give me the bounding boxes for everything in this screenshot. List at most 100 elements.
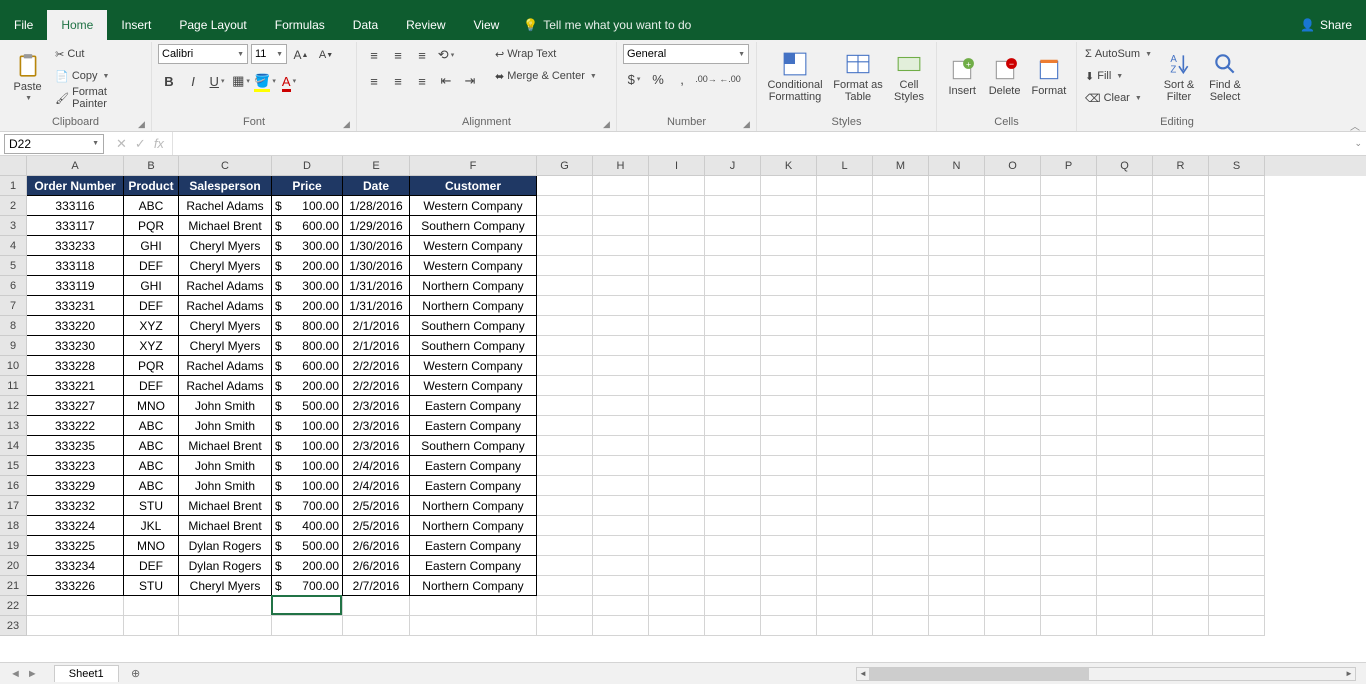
cell-O20[interactable] <box>985 556 1041 576</box>
cell-O15[interactable] <box>985 456 1041 476</box>
cell-P11[interactable] <box>1041 376 1097 396</box>
cell-C13[interactable]: John Smith <box>179 416 272 436</box>
cell-L6[interactable] <box>817 276 873 296</box>
cell-N6[interactable] <box>929 276 985 296</box>
cell-E2[interactable]: 1/28/2016 <box>343 196 410 216</box>
cell-J21[interactable] <box>705 576 761 596</box>
cell-C18[interactable]: Michael Brent <box>179 516 272 536</box>
cell-D8[interactable]: $800.00 <box>272 316 343 336</box>
cell-N3[interactable] <box>929 216 985 236</box>
cell-D6[interactable]: $300.00 <box>272 276 343 296</box>
cell-G2[interactable] <box>537 196 593 216</box>
cell-P2[interactable] <box>1041 196 1097 216</box>
cell-O19[interactable] <box>985 536 1041 556</box>
cell-S16[interactable] <box>1209 476 1265 496</box>
cell-I7[interactable] <box>649 296 705 316</box>
row-header-6[interactable]: 6 <box>0 276 27 296</box>
cell-K22[interactable] <box>761 596 817 616</box>
cell-K10[interactable] <box>761 356 817 376</box>
cell-B3[interactable]: PQR <box>124 216 179 236</box>
cell-M2[interactable] <box>873 196 929 216</box>
cell-G12[interactable] <box>537 396 593 416</box>
cell-I16[interactable] <box>649 476 705 496</box>
cell-Q16[interactable] <box>1097 476 1153 496</box>
cell-F15[interactable]: Eastern Company <box>410 456 537 476</box>
cell-P10[interactable] <box>1041 356 1097 376</box>
cell-C2[interactable]: Rachel Adams <box>179 196 272 216</box>
cell-E8[interactable]: 2/1/2016 <box>343 316 410 336</box>
cell-H17[interactable] <box>593 496 649 516</box>
cell-J20[interactable] <box>705 556 761 576</box>
cell-N5[interactable] <box>929 256 985 276</box>
cell-S8[interactable] <box>1209 316 1265 336</box>
cell-L23[interactable] <box>817 616 873 636</box>
cell-H3[interactable] <box>593 216 649 236</box>
cell-B15[interactable]: ABC <box>124 456 179 476</box>
cell-A7[interactable]: 333231 <box>27 296 124 316</box>
cell-L1[interactable] <box>817 176 873 196</box>
cell-L2[interactable] <box>817 196 873 216</box>
col-header-F[interactable]: F <box>410 156 537 176</box>
cell-B18[interactable]: JKL <box>124 516 179 536</box>
cell-L17[interactable] <box>817 496 873 516</box>
dialog-launcher-alignment[interactable]: ◢ <box>603 119 613 129</box>
cell-C21[interactable]: Cheryl Myers <box>179 576 272 596</box>
cell-C10[interactable]: Rachel Adams <box>179 356 272 376</box>
cell-K5[interactable] <box>761 256 817 276</box>
cell-L20[interactable] <box>817 556 873 576</box>
cell-Q15[interactable] <box>1097 456 1153 476</box>
cell-P18[interactable] <box>1041 516 1097 536</box>
cell-J1[interactable] <box>705 176 761 196</box>
cell-F16[interactable]: Eastern Company <box>410 476 537 496</box>
cell-Q18[interactable] <box>1097 516 1153 536</box>
header-F[interactable]: Customer <box>410 176 537 196</box>
cell-C9[interactable]: Cheryl Myers <box>179 336 272 356</box>
cell-P8[interactable] <box>1041 316 1097 336</box>
cell-B9[interactable]: XYZ <box>124 336 179 356</box>
cell-F10[interactable]: Western Company <box>410 356 537 376</box>
cell-J19[interactable] <box>705 536 761 556</box>
cell-L13[interactable] <box>817 416 873 436</box>
cell-R8[interactable] <box>1153 316 1209 336</box>
cell-N15[interactable] <box>929 456 985 476</box>
cell-P22[interactable] <box>1041 596 1097 616</box>
cell-R5[interactable] <box>1153 256 1209 276</box>
cell-O21[interactable] <box>985 576 1041 596</box>
cell-O8[interactable] <box>985 316 1041 336</box>
cell-H10[interactable] <box>593 356 649 376</box>
cell-F12[interactable]: Eastern Company <box>410 396 537 416</box>
insert-cells-button[interactable]: + Insert <box>943 44 981 110</box>
clear-button[interactable]: ⌫Clear▼ <box>1083 88 1154 108</box>
col-header-L[interactable]: L <box>817 156 873 176</box>
cell-A14[interactable]: 333235 <box>27 436 124 456</box>
col-header-G[interactable]: G <box>537 156 593 176</box>
cell-G15[interactable] <box>537 456 593 476</box>
cell-N14[interactable] <box>929 436 985 456</box>
cell-R17[interactable] <box>1153 496 1209 516</box>
cell-I13[interactable] <box>649 416 705 436</box>
cell-A13[interactable]: 333222 <box>27 416 124 436</box>
cell-M5[interactable] <box>873 256 929 276</box>
cell-E20[interactable]: 2/6/2016 <box>343 556 410 576</box>
increase-indent-button[interactable]: ⇥ <box>459 70 481 92</box>
cell-D11[interactable]: $200.00 <box>272 376 343 396</box>
cell-B11[interactable]: DEF <box>124 376 179 396</box>
fill-button[interactable]: ⬇Fill▼ <box>1083 66 1154 86</box>
cell-R19[interactable] <box>1153 536 1209 556</box>
cell-I20[interactable] <box>649 556 705 576</box>
cell-O22[interactable] <box>985 596 1041 616</box>
cell-F3[interactable]: Southern Company <box>410 216 537 236</box>
cell-A18[interactable]: 333224 <box>27 516 124 536</box>
cell-I23[interactable] <box>649 616 705 636</box>
cell-C16[interactable]: John Smith <box>179 476 272 496</box>
cell-J7[interactable] <box>705 296 761 316</box>
cell-B16[interactable]: ABC <box>124 476 179 496</box>
cell-J11[interactable] <box>705 376 761 396</box>
sheet-nav-first-icon[interactable]: ◄ <box>10 668 21 680</box>
cell-O14[interactable] <box>985 436 1041 456</box>
cell-C23[interactable] <box>179 616 272 636</box>
cell-O13[interactable] <box>985 416 1041 436</box>
cell-J17[interactable] <box>705 496 761 516</box>
scroll-right-icon[interactable]: ► <box>1343 668 1355 680</box>
cell-E18[interactable]: 2/5/2016 <box>343 516 410 536</box>
